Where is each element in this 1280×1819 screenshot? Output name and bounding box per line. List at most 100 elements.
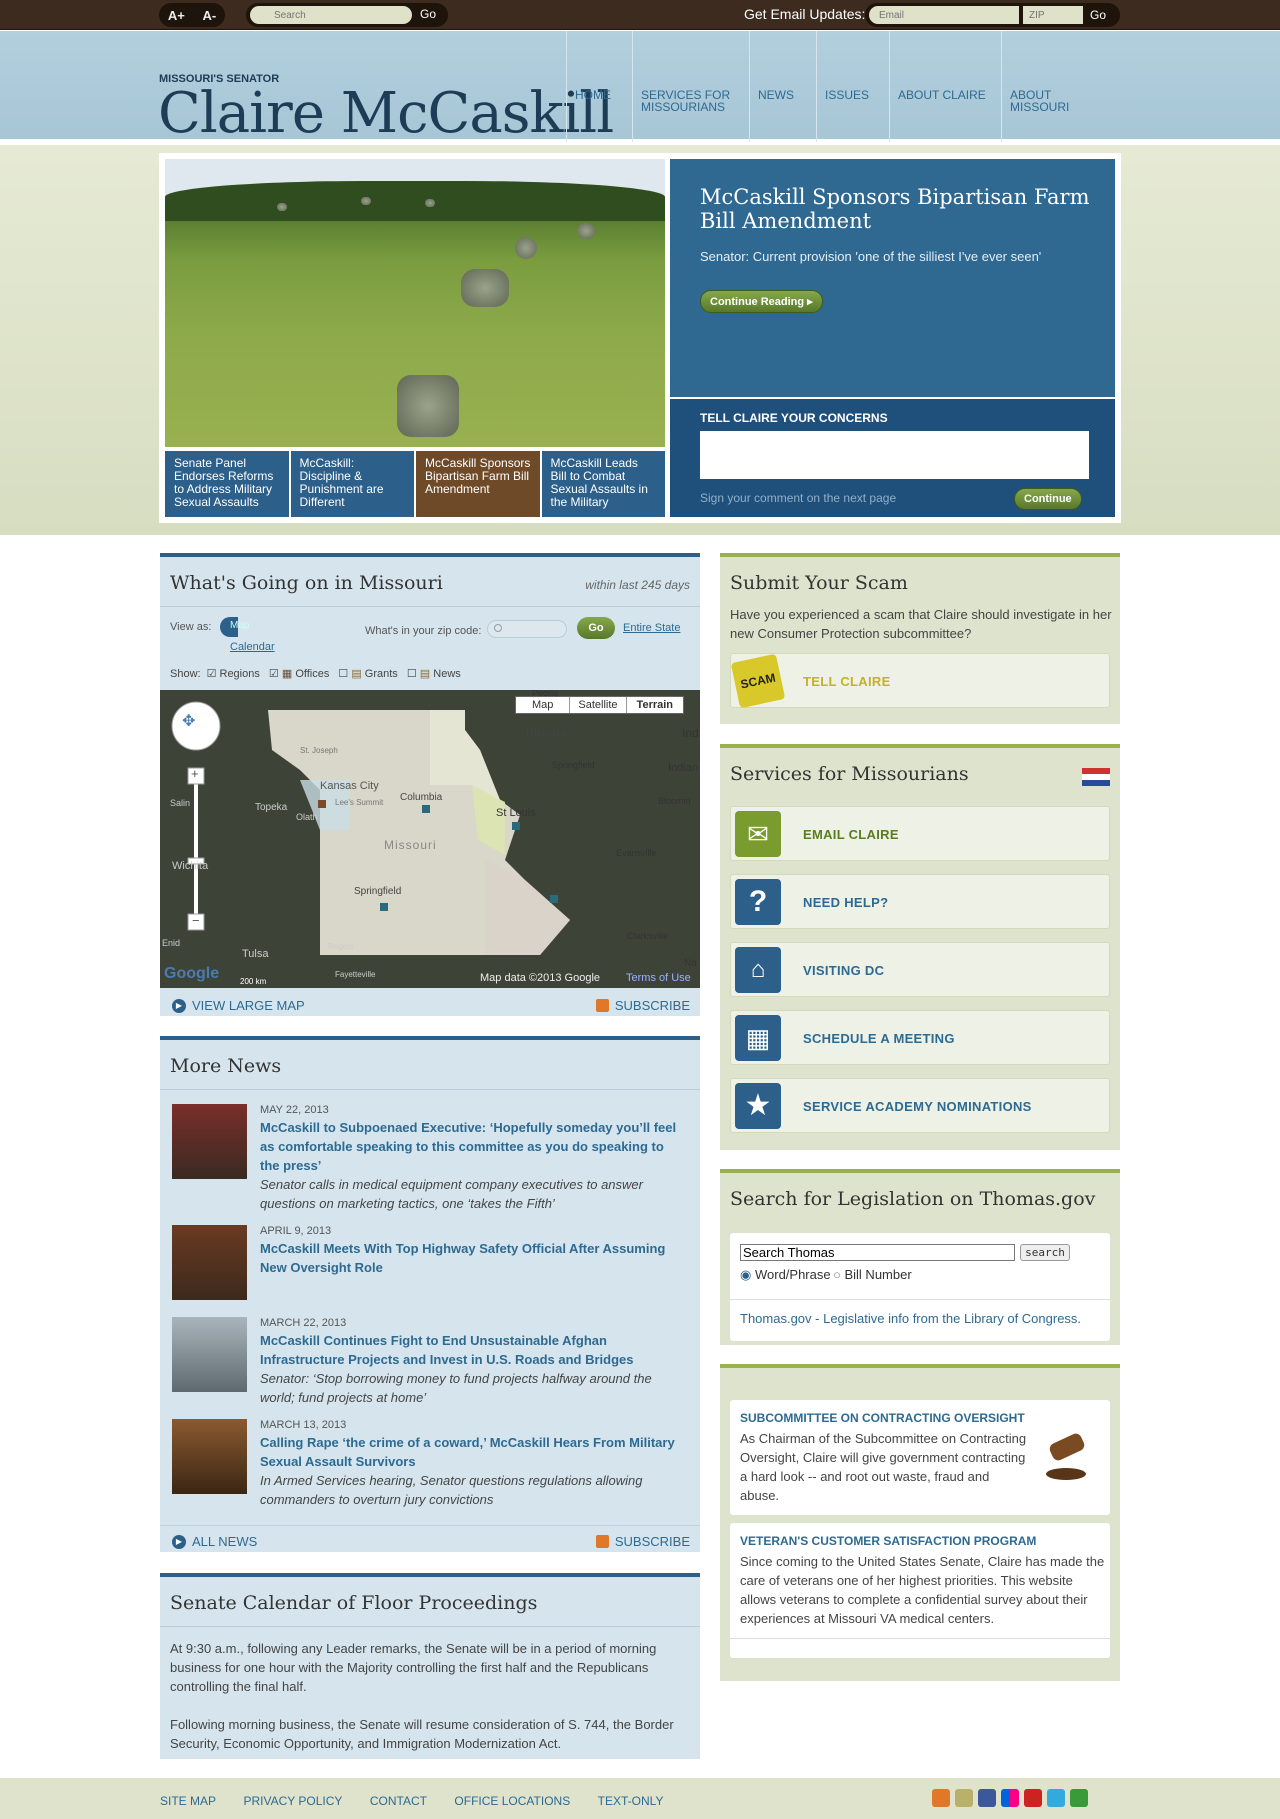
youtube-icon[interactable] [1024,1789,1042,1807]
news-title[interactable]: McCaskill Meets With Top Highway Safety … [260,1239,685,1277]
rss-icon[interactable] [932,1789,950,1807]
zip-input[interactable] [1023,6,1083,24]
map-type-satellite[interactable]: Satellite [570,697,627,713]
services-box: Services for Missourians ✉ EMAIL CLAIRE … [720,744,1120,1150]
need-help-label: NEED HELP? [803,895,889,910]
footer-office-locations[interactable]: OFFICE LOCATIONS [454,1794,570,1808]
view-large-map-link[interactable]: ▶ VIEW LARGE MAP [172,998,305,1013]
capitol-icon: ⌂ [735,947,781,993]
email-input[interactable] [869,6,1019,24]
news-title[interactable]: McCaskill to Subpoenaed Executive: ‘Hope… [260,1118,685,1175]
email-icon[interactable] [955,1789,973,1807]
map-type-map[interactable]: Map [516,697,571,713]
calendar-paragraph: At 9:30 a.m., following any Leader remar… [170,1641,657,1694]
email-go-button[interactable]: Go [1090,8,1106,22]
view-map-option[interactable]: Map [230,620,249,631]
map-label: Lee's Summit [335,798,384,807]
concerns-textarea[interactable] [700,431,1089,479]
nav-issues[interactable]: ISSUES [816,31,889,142]
flickr-icon[interactable] [1001,1789,1019,1807]
filter-offices[interactable]: ☑ ▦ Offices [266,667,329,680]
footer-contact[interactable]: CONTACT [370,1794,427,1808]
site-title[interactable]: Claire McCaskill [158,81,614,146]
word-phrase-radio[interactable]: ◉ Word/Phrase [740,1267,831,1283]
more-news-box: More News MAY 22, 2013 McCaskill to Subp… [160,1036,700,1552]
zoom-out-icon[interactable]: − [192,913,200,928]
hero-headline[interactable]: McCaskill Sponsors Bipartisan Farm Bill … [700,185,1090,233]
hero-tab[interactable]: McCaskill: Discipline & Punishment are D… [290,451,416,517]
feature-title[interactable]: VETERAN'S CUSTOMER SATISFACTION PROGRAM [740,1534,1036,1548]
map-label: Peoria [532,690,559,698]
filter-grants[interactable]: ☐ ▤ Grants [335,667,397,680]
thomas-link[interactable]: Thomas.gov - Legislative info from the L… [740,1311,1081,1326]
news-thumb[interactable] [172,1225,247,1300]
hero-tab-active[interactable]: McCaskill Sponsors Bipartisan Farm Bill … [416,451,542,517]
view-calendar-option[interactable]: Calendar [230,641,275,653]
continue-reading-button[interactable]: Continue Reading ▸ [700,290,823,313]
play-icon: ▶ [172,1534,186,1549]
visiting-dc-button[interactable]: ⌂ VISITING DC [730,942,1110,997]
all-news-link[interactable]: ▶ ALL NEWS [172,1534,257,1549]
calendar-icon: ▦ [735,1015,781,1061]
features-box: SUBCOMMITTEE ON CONTRACTING OVERSIGHT As… [720,1364,1120,1681]
twitter-icon[interactable] [1047,1789,1065,1807]
tell-claire-button[interactable]: SCAM TELL CLAIRE [730,653,1110,709]
google-map[interactable]: ✥ + − Map Satellite Terrain Illinois Spr… [160,690,700,988]
academy-nominations-button[interactable]: ★ SERVICE ACADEMY NOMINATIONS [730,1078,1110,1133]
search-input[interactable] [250,6,412,24]
arrow-right-icon: ▸ [807,296,813,308]
map-label: Bloomin [658,796,691,806]
email-claire-button[interactable]: ✉ EMAIL CLAIRE [730,806,1110,861]
font-increase-button[interactable]: A+ [168,8,185,23]
map-zip-input[interactable] [487,620,567,638]
hero-tab[interactable]: McCaskill Leads Bill to Combat Sexual As… [541,451,665,517]
facebook-icon[interactable] [978,1789,996,1807]
star-icon: ★ [735,1083,781,1129]
news-thumb[interactable] [172,1317,247,1392]
bill-number-radio[interactable]: ○ Bill Number [833,1267,912,1282]
thomas-search-input[interactable] [740,1244,1015,1261]
footer-site-map[interactable]: SITE MAP [160,1794,216,1808]
nav-home[interactable]: HOME [566,31,632,142]
calendar-paragraph: Following morning business, the Senate w… [170,1717,674,1751]
map-scale: 200 km [240,977,267,986]
thomas-form: search ◉ Word/Phrase ○ Bill Number Thoma… [730,1233,1110,1341]
news-thumb[interactable] [172,1104,247,1179]
nav-news[interactable]: NEWS [749,31,816,142]
feature-title[interactable]: SUBCOMMITTEE ON CONTRACTING OVERSIGHT [740,1411,1025,1425]
news-title[interactable]: Calling Rape ‘the crime of a coward,’ Mc… [260,1433,685,1471]
nav-about-missouri[interactable]: ABOUT MISSOURI [1001,31,1113,142]
footer-privacy-policy[interactable]: PRIVACY POLICY [243,1794,342,1808]
concerns-continue-button[interactable]: Continue [1014,488,1082,510]
nav-services[interactable]: SERVICES FOR MISSOURIANS [632,31,749,142]
filter-regions[interactable]: ☑ Regions [207,667,260,680]
map-pan-icon[interactable]: ✥ [182,711,195,731]
feature-text: Since coming to the United States Senate… [740,1554,1105,1626]
news-subscribe-link[interactable]: SUBSCRIBE [595,1534,690,1549]
schedule-meeting-button[interactable]: ▦ SCHEDULE A MEETING [730,1010,1110,1065]
news-summary: In Armed Services hearing, Senator quest… [260,1473,643,1507]
scam-text: Have you experienced a scam that Claire … [730,607,1112,641]
search-go-button[interactable]: Go [420,7,436,21]
footer-text-only[interactable]: TEXT-ONLY [598,1794,664,1808]
news-item: APRIL 9, 2013 McCaskill Meets With Top H… [172,1225,687,1305]
news-item: MAY 22, 2013 McCaskill to Subpoenaed Exe… [172,1104,687,1219]
hero-photo[interactable] [165,159,665,447]
map-label: Clarksville [627,931,669,941]
map-type-terrain[interactable]: Terrain [627,697,683,713]
map-terms-link[interactable]: Terms of Use [626,972,691,984]
font-decrease-button[interactable]: A- [202,8,216,23]
news-title[interactable]: McCaskill Continues Fight to End Unsusta… [260,1331,685,1369]
hero-tab[interactable]: Senate Panel Endorses Reforms to Address… [165,451,291,517]
thomas-search-button[interactable]: search [1020,1244,1070,1261]
nav-about-claire[interactable]: ABOUT CLAIRE [889,31,1001,142]
entire-state-link[interactable]: Entire State [623,622,680,634]
need-help-button[interactable]: ? NEED HELP? [730,874,1110,929]
news-thumb[interactable] [172,1419,247,1494]
zoom-in-icon[interactable]: + [191,766,199,781]
filter-news[interactable]: ☐ ▤ News [404,667,461,680]
hero-story: McCaskill Sponsors Bipartisan Farm Bill … [670,159,1115,397]
map-subscribe-link[interactable]: SUBSCRIBE [595,998,690,1013]
share-icon[interactable] [1070,1789,1088,1807]
map-go-button[interactable]: Go [577,617,615,639]
